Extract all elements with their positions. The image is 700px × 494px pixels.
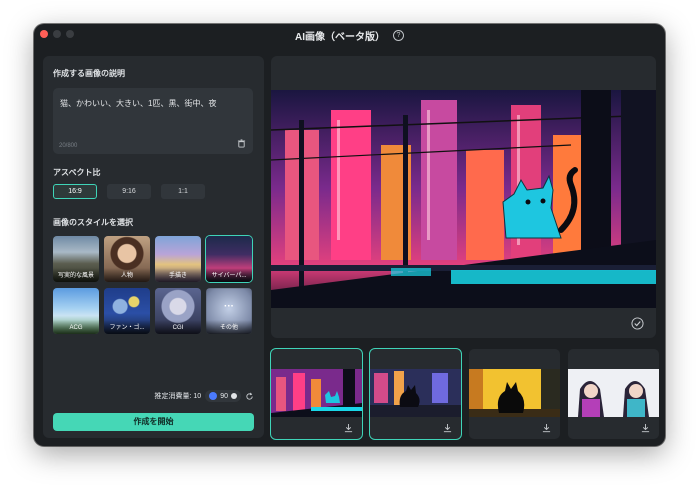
- cyberpunk-cat-image: [271, 90, 656, 308]
- style-tile-acg[interactable]: ACG: [53, 288, 99, 334]
- download-icon[interactable]: [542, 423, 551, 433]
- aspect-1-1-button[interactable]: 1:1: [161, 184, 205, 199]
- minimize-window-button[interactable]: [53, 30, 61, 38]
- thumbnail-image: [370, 369, 461, 417]
- add-credit-icon[interactable]: [231, 393, 237, 399]
- more-icon: ···: [224, 301, 234, 312]
- result-thumbnail-2[interactable]: [369, 348, 462, 440]
- close-window-button[interactable]: [40, 30, 48, 38]
- download-icon[interactable]: [443, 423, 452, 433]
- style-label: ファン・ゴ...: [104, 320, 150, 334]
- style-section-label: 画像のスタイルを選択: [53, 218, 133, 227]
- style-tile-van-gogh[interactable]: ファン・ゴ...: [104, 288, 150, 334]
- credit-count: 90: [220, 392, 228, 400]
- style-grid: 写実的な風景 人物 手描き サイバーパ... ACG ファン・ゴ... CGI …: [53, 235, 253, 334]
- cost-label: 推定消費量: 10: [154, 393, 202, 400]
- credit-balance: 90: [205, 390, 241, 402]
- app-window: AI画像（ベータ版） ? 作成する画像の説明 猫、かわいい、大きい、1匹、黒、街…: [34, 24, 665, 446]
- style-tile-hand-drawn[interactable]: 手描き: [155, 236, 201, 282]
- style-label: 人物: [104, 268, 150, 282]
- download-icon[interactable]: [641, 423, 650, 433]
- style-label: ACG: [53, 320, 99, 334]
- trash-icon[interactable]: [237, 139, 246, 148]
- style-label: 手描き: [155, 268, 201, 282]
- style-label: サイバーパ...: [206, 268, 252, 282]
- prompt-text[interactable]: 猫、かわいい、大きい、1匹、黒、街中、夜: [60, 98, 216, 109]
- style-tile-other[interactable]: ··· その他: [206, 288, 252, 334]
- preview-panel: [271, 56, 656, 338]
- window-controls: [40, 30, 74, 38]
- credit-icon: [209, 392, 218, 400]
- thumbnail-image: [568, 369, 659, 417]
- aspect-9-16-button[interactable]: 9:16: [107, 184, 151, 199]
- result-thumbnails: [270, 348, 659, 440]
- style-tile-cgi[interactable]: CGI: [155, 288, 201, 334]
- window-title: AI画像（ベータ版）: [295, 31, 385, 43]
- settings-panel: 作成する画像の説明 猫、かわいい、大きい、1匹、黒、街中、夜 20/800 アス…: [43, 56, 264, 438]
- help-icon[interactable]: ?: [393, 29, 404, 41]
- result-thumbnail-1[interactable]: [270, 348, 363, 440]
- style-label: その他: [206, 320, 252, 334]
- aspect-16-9-button[interactable]: 16:9: [53, 184, 97, 199]
- aspect-section-label: アスペクト比: [53, 168, 101, 177]
- create-button[interactable]: 作成を開始: [53, 413, 254, 431]
- prompt-textarea[interactable]: 猫、かわいい、大きい、1匹、黒、街中、夜 20/800: [53, 88, 253, 154]
- save-to-media-icon[interactable]: [631, 317, 644, 330]
- character-counter: 20/800: [59, 143, 78, 149]
- title-bar: AI画像（ベータ版） ?: [34, 24, 665, 46]
- style-tile-portrait[interactable]: 人物: [104, 236, 150, 282]
- prompt-section-label: 作成する画像の説明: [53, 69, 125, 78]
- style-label: 写実的な風景: [53, 268, 99, 282]
- estimated-cost: 推定消費量: 10 90: [155, 390, 254, 402]
- download-icon[interactable]: [344, 423, 353, 433]
- refresh-icon[interactable]: [245, 392, 254, 401]
- style-tile-cyberpunk[interactable]: サイバーパ...: [205, 235, 253, 283]
- generated-image-preview[interactable]: [271, 90, 656, 308]
- aspect-ratio-selector: 16:9 9:16 1:1: [53, 184, 205, 199]
- result-thumbnail-3[interactable]: [469, 349, 560, 439]
- style-label: CGI: [155, 320, 201, 334]
- style-tile-realistic-landscape[interactable]: 写実的な風景: [53, 236, 99, 282]
- result-thumbnail-4[interactable]: [568, 349, 659, 439]
- maximize-window-button[interactable]: [66, 30, 74, 38]
- thumbnail-image: [271, 369, 362, 417]
- thumbnail-image: [469, 369, 560, 417]
